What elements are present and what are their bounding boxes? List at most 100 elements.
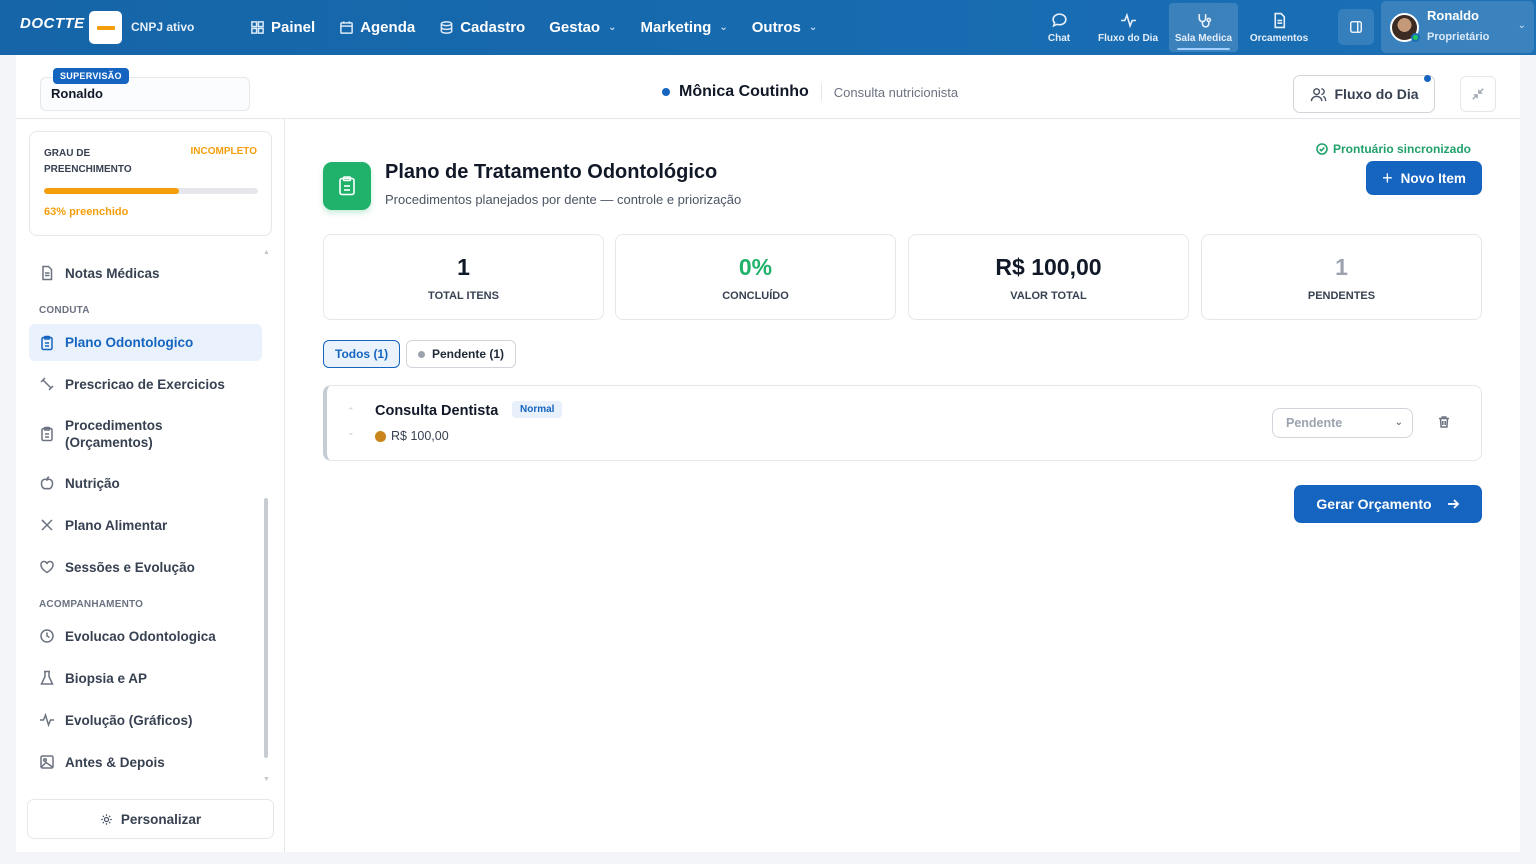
record-sidebar: GRAU DE PREENCHIMENTO INCOMPLETO 63% pre… [16, 119, 285, 852]
minimize-icon [1472, 88, 1484, 100]
sidebar-item-label: Notas Médicas [65, 265, 160, 281]
item-price-value: R$ 100,00 [391, 429, 449, 443]
sidebar-item-sessoes-evolucao[interactable]: Sessões e Evolução [29, 551, 262, 583]
personalizar-button[interactable]: Personalizar [27, 799, 274, 839]
user-menu[interactable]: Ronaldo Proprietário ⌄ [1381, 1, 1534, 53]
quick-chat[interactable]: Chat [1034, 3, 1084, 52]
sidebar-item-evolucao-graficos[interactable]: Evolução (Gráficos) [29, 704, 262, 736]
nav-painel[interactable]: Painel [250, 19, 315, 36]
scroll-up-icon[interactable]: ▲ [263, 249, 270, 256]
toggle-panel-button[interactable] [1338, 9, 1374, 45]
app-logo[interactable]: DOCTTE [20, 15, 85, 32]
stat-value: 1 [457, 254, 470, 280]
sidebar-item-biopsia-ap[interactable]: Biopsia e AP [29, 662, 262, 694]
chat-icon [1051, 12, 1067, 27]
clipboard-list-icon [41, 426, 53, 442]
quick-fluxo-do-dia[interactable]: Fluxo do Dia [1094, 3, 1162, 52]
sync-status-label: Prontuário sincronizado [1333, 142, 1472, 156]
consultation-type: Consulta nutricionista [833, 84, 959, 100]
sidebar-item-evolucao-odontologica[interactable]: Evolucao Odontologica [29, 620, 262, 652]
document-icon [1273, 12, 1285, 28]
nav-painel-label: Painel [271, 19, 316, 36]
nav-cadastro-label: Cadastro [460, 19, 526, 36]
completion-progress-fill [44, 188, 179, 194]
filter-label: Pendente (1) [432, 347, 505, 361]
chevron-down-icon: ⌄ [1517, 20, 1526, 31]
nav-outros[interactable]: Outros ⌄ [752, 19, 818, 36]
sidebar-item-prescricao-exercicios[interactable]: Prescricao de Exercicios [29, 368, 262, 400]
panel-icon [1350, 21, 1362, 33]
page-subtitle: Procedimentos planejados por dente — con… [385, 192, 742, 207]
status-select-value: Pendente [1286, 416, 1343, 430]
chevron-down-icon: ⌄ [1394, 417, 1403, 428]
dumbbell-icon [40, 377, 54, 391]
patient-info: Mônica Coutinho Consulta nutricionista [662, 83, 958, 101]
personalizar-label: Personalizar [120, 811, 202, 827]
delete-item-button[interactable] [1437, 415, 1451, 434]
grid-icon [251, 21, 264, 34]
completion-card: GRAU DE PREENCHIMENTO INCOMPLETO 63% pre… [29, 131, 272, 236]
new-item-button[interactable]: + Novo Item [1366, 161, 1482, 195]
move-down-icon[interactable]: ⌄ [347, 427, 355, 438]
section-conduta: CONDUTA [39, 305, 90, 316]
completion-status: INCOMPLETO [190, 146, 257, 157]
treatment-item: ⌃ ⌄ Consulta Dentista Normal R$ 100,00 P… [323, 385, 1482, 461]
nav-cadastro[interactable]: Cadastro [439, 19, 525, 36]
scroll-down-icon[interactable]: ▼ [263, 776, 270, 783]
stat-pendentes: 1 PENDENTES [1201, 234, 1482, 320]
filter-label: Todos (1) [335, 347, 389, 361]
gerar-orcamento-button[interactable]: Gerar Orçamento [1294, 485, 1482, 523]
filter-pendente[interactable]: Pendente (1) [406, 340, 517, 368]
fluxo-do-dia-button[interactable]: Fluxo do Dia [1293, 75, 1435, 113]
stat-value: 0% [738, 254, 773, 280]
sidebar-item-notas-medicas[interactable]: Notas Médicas [29, 257, 262, 289]
supervision-tag: SUPERVISÃO [53, 68, 129, 84]
completion-label: GRAU DE PREENCHIMENTO [44, 148, 132, 175]
filter-todos[interactable]: Todos (1) [323, 340, 401, 368]
sidebar-scrollbar[interactable] [264, 498, 268, 758]
patient-name: Mônica Coutinho [679, 83, 822, 101]
user-name: Ronaldo [1427, 8, 1479, 23]
quick-fluxo-label: Fluxo do Dia [1098, 32, 1158, 44]
plus-icon: + [1382, 168, 1393, 188]
sidebar-item-procedimentos[interactable]: Procedimentos (Orçamentos) [29, 409, 262, 459]
sidebar-item-nutricao[interactable]: Nutrição [29, 467, 262, 499]
sidebar-item-label: Prescricao de Exercicios [65, 376, 225, 392]
sidebar-item-label: Procedimentos (Orçamentos) [65, 418, 163, 450]
stat-label: CONCLUÍDO [722, 290, 789, 302]
sidebar-item-plano-odontologico[interactable]: Plano Odontologico [29, 324, 262, 361]
stat-label: PENDENTES [1307, 290, 1376, 302]
quick-sala-label: Sala Medica [1174, 32, 1233, 44]
clipboard-icon [41, 335, 53, 350]
utensils-icon [41, 519, 53, 531]
nav-agenda[interactable]: Agenda [339, 19, 415, 36]
stat-concluido: 0% CONCLUÍDO [615, 234, 896, 320]
chevron-down-icon: ⌄ [608, 22, 617, 33]
sidebar-item-plano-alimentar[interactable]: Plano Alimentar [29, 509, 262, 541]
nav-gestao[interactable]: Gestao ⌄ [549, 19, 616, 36]
status-dot [418, 350, 425, 358]
sidebar-item-antes-depois[interactable]: Antes & Depois [29, 746, 262, 778]
supervision-name: Ronaldo [51, 86, 103, 101]
page-title: Plano de Tratamento Odontológico [385, 161, 718, 183]
minimize-button[interactable] [1460, 76, 1496, 112]
clinic-logo[interactable] [89, 11, 122, 44]
status-select[interactable]: Pendente ⌄ [1272, 408, 1413, 438]
sidebar-item-label: Plano Alimentar [65, 517, 168, 533]
arrow-right-icon [1447, 499, 1459, 509]
trash-icon [1439, 416, 1449, 428]
stat-label: TOTAL ITENS [428, 290, 499, 302]
quick-sala-medica[interactable]: Sala Medica [1169, 3, 1238, 52]
chevron-down-icon: ⌄ [719, 22, 728, 33]
priority-badge: Normal [512, 401, 563, 418]
item-name: Consulta Dentista [375, 403, 499, 419]
users-icon [1310, 87, 1326, 101]
clock-icon [40, 629, 54, 643]
move-up-icon[interactable]: ⌃ [347, 406, 355, 417]
quick-orcamentos[interactable]: Orcamentos [1244, 3, 1314, 52]
nav-marketing[interactable]: Marketing ⌄ [640, 19, 727, 36]
gear-icon [101, 813, 112, 825]
check-circle-icon [1316, 143, 1328, 155]
nav-marketing-label: Marketing [640, 19, 712, 36]
nav-gestao-label: Gestao [549, 19, 601, 36]
